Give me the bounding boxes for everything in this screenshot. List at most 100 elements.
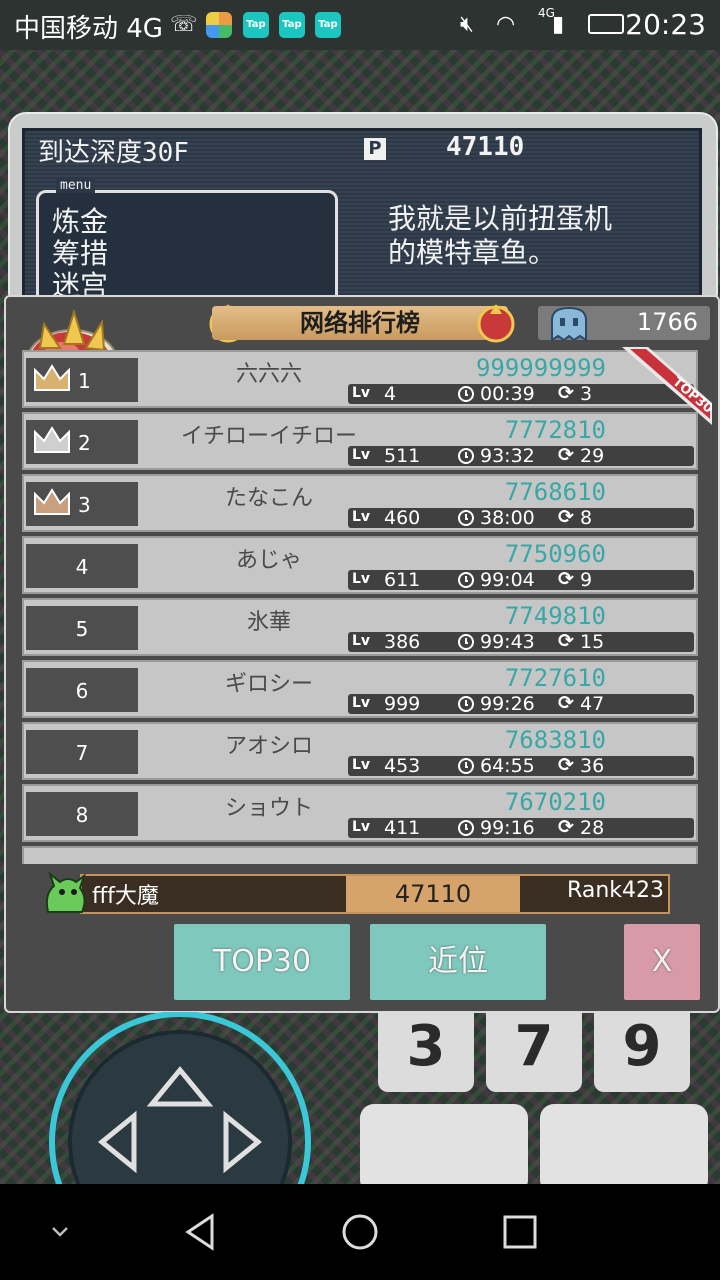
gold-amount: 47110 (446, 132, 525, 162)
rank-number: 5 (75, 617, 89, 641)
loop-count: 3 (580, 383, 593, 405)
level-tag: Lv (352, 819, 371, 835)
rank-box: 4 (26, 544, 138, 588)
app-icon (206, 12, 232, 38)
rank-number: 3 (78, 493, 91, 517)
ranking-row[interactable]: 4 あじゃ 7750960 Lv 611 99:04 ⟳ 9 (22, 536, 698, 594)
stats-bar: Lv 611 99:04 ⟳ 9 (348, 568, 694, 591)
play-time: 99:26 (480, 693, 535, 715)
level-value: 611 (384, 569, 421, 591)
top30-button[interactable]: TOP30 (174, 924, 350, 1000)
loop-icon: ⟳ (558, 630, 574, 652)
top30-ribbon-label: TOP30 (669, 375, 712, 417)
recents-icon[interactable] (500, 1212, 540, 1252)
action-button-circle[interactable] (360, 1104, 528, 1194)
player-score: 47110 (394, 880, 472, 908)
play-time: 99:04 (480, 569, 535, 591)
ranking-row[interactable]: 8 ショウト 7670210 Lv 411 99:16 ⟳ 28 (22, 784, 698, 842)
clock-icon (458, 696, 474, 712)
ranking-row[interactable]: 1 六六六 999999999 Lv 4 00:39 ⟳ 3 (22, 350, 698, 408)
loop-icon: ⟳ (558, 754, 574, 776)
player-score: 7683810 (504, 726, 606, 754)
level-value: 460 (384, 507, 421, 529)
stats-bar: Lv 460 38:00 ⟳ 8 (348, 506, 694, 529)
ranking-list[interactable]: 1 六六六 999999999 Lv 4 00:39 ⟳ 3 2 イチローイチロー 7772810 L… (22, 350, 698, 864)
level-value: 4 (384, 383, 397, 405)
stats-bar: Lv 453 64:55 ⟳ 36 (348, 754, 694, 777)
player-name: fff大魔 (92, 884, 159, 909)
stats-bar: Lv 386 99:43 ⟳ 15 (348, 630, 694, 653)
ranking-title-bar: 网络排行榜 (212, 306, 508, 340)
action-button-cross[interactable] (540, 1104, 708, 1194)
tap-app-icon: Tap (243, 12, 269, 38)
home-icon[interactable] (340, 1212, 380, 1252)
ranking-row[interactable]: 2 イチローイチロー 7772810 Lv 511 93:32 ⟳ 29 (22, 412, 698, 470)
key-3[interactable]: 3 (378, 1012, 474, 1092)
key-7[interactable]: 7 (486, 1012, 582, 1092)
loop-icon: ⟳ (558, 444, 574, 466)
level-value: 411 (384, 817, 421, 839)
loop-icon: ⟳ (558, 506, 574, 528)
level-tag: Lv (352, 509, 371, 525)
clock-icon (458, 572, 474, 588)
ranking-row[interactable]: 3 たなこん 7768610 Lv 460 38:00 ⟳ 8 (22, 474, 698, 532)
loop-icon: ⟳ (558, 568, 574, 590)
level-value: 453 (384, 755, 421, 777)
rank-box: 3 (26, 482, 138, 526)
play-time: 38:00 (480, 507, 535, 529)
ranking-row-partial[interactable] (22, 846, 698, 864)
play-time: 64:55 (480, 755, 535, 777)
rank-box: 1 (26, 358, 138, 402)
level-tag: Lv (352, 633, 371, 649)
npc-dialog: 我就是以前扭蛋机 的模特章鱼。 (388, 202, 688, 270)
loop-count: 47 (580, 693, 605, 715)
rank-box: 2 (26, 420, 138, 464)
phone-icon: ☏ (170, 12, 198, 37)
loop-count: 8 (580, 507, 593, 529)
nearby-button[interactable]: 近位 (370, 924, 546, 1000)
status-bar: 中国移动 4G ☏ Tap Tap Tap 🔇︎ ◠ 4G ▮ 20:23 (0, 0, 720, 50)
player-score: 7670210 (504, 788, 606, 816)
rank-number: 6 (75, 679, 89, 703)
rank-number: 7 (75, 741, 89, 765)
rank-number: 2 (78, 431, 91, 455)
back-icon[interactable] (180, 1212, 220, 1252)
dpad[interactable] (40, 1012, 320, 1192)
ranking-row[interactable]: 6 ギロシー 7727610 Lv 999 99:26 ⟳ 47 (22, 660, 698, 718)
level-tag: Lv (352, 571, 371, 587)
ranking-row[interactable]: 5 氷華 7749810 Lv 386 99:43 ⟳ 15 (22, 598, 698, 656)
chevron-down-icon[interactable] (48, 1220, 72, 1244)
stats-bar: Lv 511 93:32 ⟳ 29 (348, 444, 694, 467)
clock-icon (458, 448, 474, 464)
rank-number: 8 (75, 803, 89, 827)
level-tag: Lv (352, 695, 371, 711)
clock-icon (458, 758, 474, 774)
clock-icon (458, 510, 474, 526)
dialog-line: 我就是以前扭蛋机 (388, 202, 613, 235)
wifi-icon: ◠ (496, 12, 516, 37)
loop-icon: ⟳ (558, 816, 574, 838)
clock-icon (458, 634, 474, 650)
level-value: 386 (384, 631, 421, 653)
crown-icon (34, 426, 70, 453)
play-time: 93:32 (480, 445, 535, 467)
play-time: 99:43 (480, 631, 535, 653)
crown-icon (34, 488, 70, 515)
mute-icon: 🔇︎ (460, 12, 474, 37)
key-9[interactable]: 9 (594, 1012, 690, 1092)
ranking-row[interactable]: 7 アオシロ 7683810 Lv 453 64:55 ⟳ 36 (22, 722, 698, 780)
tap-app-icon: Tap (279, 12, 305, 38)
loop-count: 29 (580, 445, 605, 467)
player-score-box: 47110 (346, 876, 520, 912)
loop-count: 15 (580, 631, 605, 653)
player-score: 7749810 (504, 602, 606, 630)
rank-box: 5 (26, 606, 138, 650)
top-score-value: 1766 (636, 308, 698, 336)
close-button[interactable]: X (624, 924, 700, 1000)
player-score: 7768610 (504, 478, 606, 506)
play-time: 99:16 (480, 817, 535, 839)
level-tag: Lv (352, 385, 371, 401)
level-tag: Lv (352, 757, 371, 773)
stats-bar: Lv 999 99:26 ⟳ 47 (348, 692, 694, 715)
jewel-right-icon (477, 304, 515, 343)
